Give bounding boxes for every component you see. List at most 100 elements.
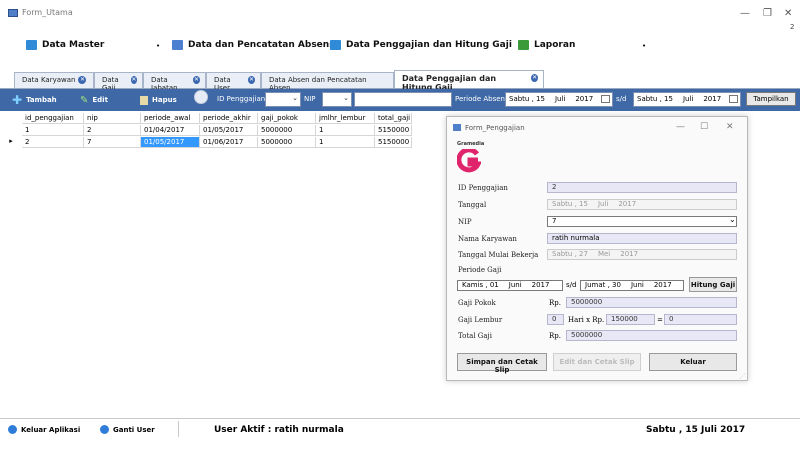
menu-separator-icon: • — [642, 42, 647, 50]
menu-laporan[interactable]: Laporan — [518, 40, 575, 50]
column-header[interactable]: periode_awal — [141, 113, 200, 124]
menu-penggajian[interactable]: Data Penggajian dan Hitung Gaji — [330, 40, 512, 50]
table-cell[interactable]: 1 — [22, 125, 84, 136]
edit-button[interactable]: ✎ Edit — [80, 92, 108, 108]
close-tab-icon[interactable]: ✕ — [130, 76, 137, 84]
sd-label: s/d — [616, 95, 627, 103]
tab-data-user[interactable]: Data User ✕ — [206, 72, 261, 92]
calendar-icon[interactable] — [601, 95, 610, 103]
table-cell[interactable]: 2 — [22, 137, 84, 148]
table-row[interactable]: 1 2 01/04/2017 01/05/2017 5000000 1 5150… — [0, 125, 412, 136]
nama-label: Nama Karyawan — [458, 235, 517, 243]
table-cell[interactable]: 1 — [316, 137, 375, 148]
nip-dropdown[interactable]: 7 — [547, 216, 737, 227]
column-header[interactable]: jmlhr_lembur — [316, 113, 375, 124]
hitung-gaji-button[interactable]: Hitung Gaji — [689, 277, 737, 292]
id-penggajian-select[interactable]: ⌄ — [265, 92, 301, 107]
tab-data-jabatan[interactable]: Data Jabatan ✕ — [143, 72, 206, 92]
printer-icon — [518, 40, 529, 50]
table-cell[interactable]: 01/06/2017 — [200, 137, 258, 148]
database-icon — [26, 40, 37, 50]
current-row-indicator: ▸ — [9, 137, 13, 145]
id-label: ID Penggajian — [458, 184, 508, 192]
exit-button[interactable]: Keluar Aplikasi — [8, 425, 80, 434]
delete-button[interactable]: Hapus — [140, 92, 177, 108]
pokok-rp: Rp. — [549, 299, 561, 307]
close-tab-icon[interactable]: ✕ — [247, 76, 255, 84]
resize-grip-icon[interactable]: ⋰ — [739, 373, 745, 380]
tampilkan-button[interactable]: Tampilkan — [746, 92, 796, 106]
table-cell[interactable]: 01/05/2017 — [200, 125, 258, 136]
table-cell[interactable]: 5000000 — [258, 125, 316, 136]
tab-data-penggajian[interactable]: Data Penggajian dan Hitung Gaji ✕ — [394, 70, 544, 92]
nip-select[interactable]: ⌄ — [322, 92, 352, 107]
close-tab-icon[interactable]: ✕ — [78, 76, 87, 84]
table-cell[interactable]: 01/04/2017 — [141, 125, 200, 136]
pencil-icon: ✎ — [80, 94, 89, 106]
keluar-button[interactable]: Keluar — [649, 353, 737, 371]
tab-data-gaji[interactable]: Data Gaji ✕ — [94, 72, 143, 92]
dialog-minimize-icon[interactable]: — — [676, 122, 685, 132]
logo-text: Gramedia — [457, 141, 485, 147]
close-tab-icon[interactable]: ✕ — [193, 76, 200, 84]
dialog-close-icon[interactable]: ✕ — [726, 122, 734, 132]
tanggal-label: Tanggal — [458, 201, 487, 209]
active-user: User Aktif : ratih nurmala — [214, 425, 344, 435]
switch-user-button[interactable]: Ganti User — [100, 425, 155, 434]
window-title: Form_Utama — [22, 8, 73, 17]
periode-to-date[interactable]: Jumat , 30 Juni 2017 — [580, 280, 684, 291]
column-header[interactable]: gaji_pokok — [258, 113, 316, 124]
close-icon[interactable]: ✕ — [784, 8, 792, 19]
restore-icon[interactable]: ❐ — [763, 8, 772, 19]
table-cell[interactable]: 1 — [316, 125, 375, 136]
total-rp: Rp. — [549, 332, 561, 340]
user-icon — [100, 425, 109, 434]
edit-cetak-button[interactable]: Edit dan Cetak Slip — [553, 353, 641, 371]
close-tab-icon[interactable]: ✕ — [531, 74, 538, 82]
periode-to-date[interactable]: Sabtu , 15 Juli 2017 — [633, 92, 741, 107]
lembur-equals: = — [657, 316, 663, 324]
dialog-maximize-icon[interactable]: ☐ — [700, 122, 708, 132]
periode-from-date[interactable]: Sabtu , 15 Juli 2017 — [505, 92, 613, 107]
lembur-hari-x: Hari x Rp. — [568, 316, 605, 324]
column-header[interactable]: total_gaji — [375, 113, 412, 124]
nip-label: NIP — [458, 218, 472, 226]
total-field: 5000000 — [566, 330, 737, 341]
title-bar — [0, 0, 800, 30]
periode-from-date[interactable]: Kamis , 01 Juni 2017 — [457, 280, 563, 291]
calendar-icon[interactable] — [729, 95, 738, 103]
grid-header: id_penggajian nip periode_awal periode_a… — [0, 113, 412, 124]
table-row[interactable]: ▸ 2 7 01/05/2017 01/06/2017 5000000 1 51… — [0, 137, 412, 148]
table-cell-selected[interactable]: 01/05/2017 — [141, 137, 200, 148]
column-header[interactable]: id_penggajian — [22, 113, 84, 124]
minimize-icon[interactable]: — — [740, 8, 750, 19]
menu-data-master[interactable]: Data Master — [26, 40, 104, 50]
exit-icon — [8, 425, 17, 434]
simpan-cetak-button[interactable]: Simpan dan Cetak Slip — [457, 353, 547, 374]
table-cell[interactable]: 5150000 — [375, 137, 412, 148]
column-header[interactable]: periode_akhir — [200, 113, 258, 124]
table-cell[interactable]: 7 — [84, 137, 141, 148]
trash-icon — [140, 95, 148, 105]
add-button[interactable]: ✚ Tambah — [12, 92, 57, 108]
status-divider — [178, 421, 179, 437]
search-input[interactable] — [354, 92, 452, 107]
lembur-hari-field[interactable]: 0 — [547, 314, 564, 325]
id-penggajian-label: ID Penggajian — [217, 95, 266, 103]
mulai-label: Tanggal Mulai Bekerja — [458, 251, 539, 259]
nip-label: NIP — [304, 95, 316, 103]
tab-data-absen[interactable]: Data Absen dan Pencatatan Absen — [261, 72, 394, 92]
table-cell[interactable]: 5150000 — [375, 125, 412, 136]
lembur-label: Gaji Lembur — [458, 316, 503, 324]
gramedia-logo-icon — [456, 147, 482, 173]
table-cell[interactable]: 5000000 — [258, 137, 316, 148]
table-cell[interactable]: 2 — [84, 125, 141, 136]
tanggal-date: Sabtu , 15 Juli 2017 — [547, 199, 737, 210]
current-date: Sabtu , 15 Juli 2017 — [646, 425, 746, 435]
menu-absensi[interactable]: Data dan Pencatatan Absensi — [172, 40, 338, 50]
dialog-app-icon — [453, 124, 461, 131]
tab-data-karyawan[interactable]: Data Karyawan ✕ — [14, 72, 94, 88]
periode-label: Periode Gaji — [458, 266, 502, 274]
column-header[interactable]: nip — [84, 113, 141, 124]
search-icon — [194, 90, 208, 104]
